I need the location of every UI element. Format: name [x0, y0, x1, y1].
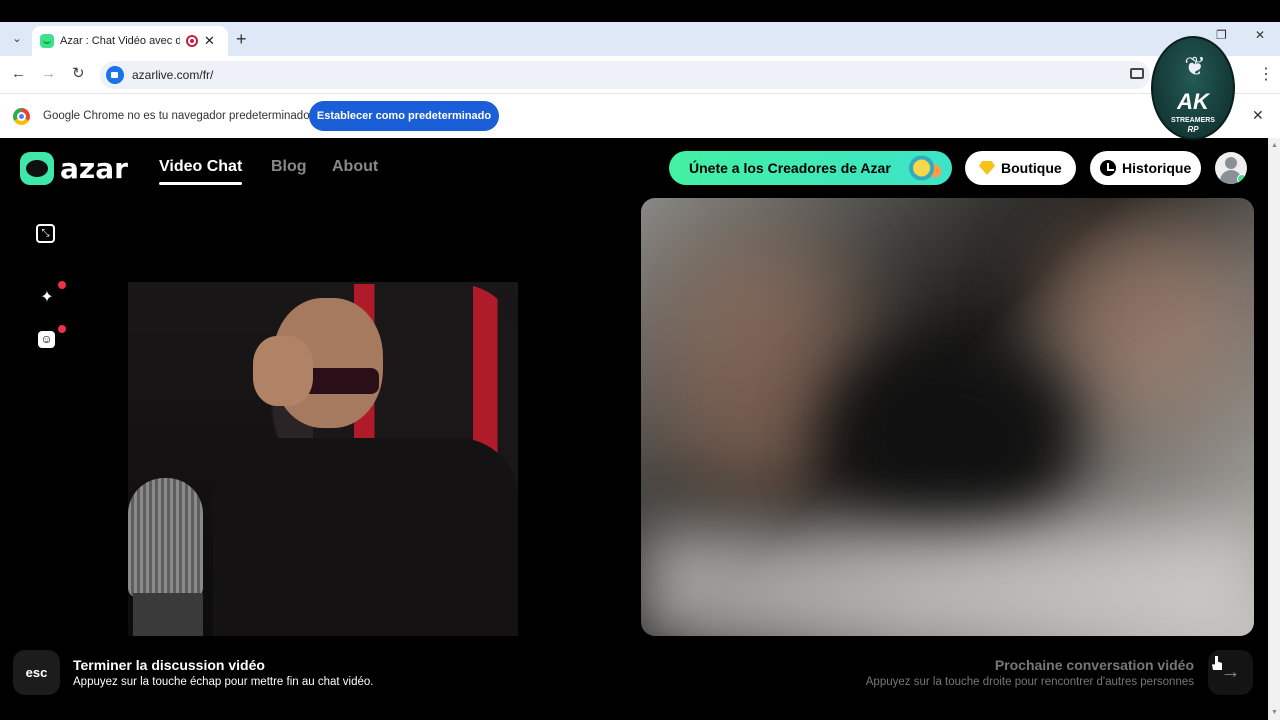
next-chat-hint: Appuyez sur la touche droite pour rencon…	[865, 676, 1194, 688]
filters-notification-dot	[58, 325, 66, 333]
cast-icon[interactable]	[1130, 68, 1144, 79]
overlay-logo-sub2: RP	[1187, 125, 1199, 134]
infobar-message: Google Chrome no es tu navegador predete…	[43, 110, 310, 122]
tab-close-icon[interactable]: ✕	[204, 33, 215, 49]
reload-icon[interactable]: ↻	[72, 65, 85, 83]
recording-indicator-icon	[186, 35, 198, 47]
azar-logo-icon	[20, 152, 54, 185]
close-window-icon[interactable]: ✕	[1255, 28, 1265, 42]
profile-avatar[interactable]	[1215, 152, 1247, 184]
person-hand	[253, 336, 313, 406]
chrome-logo-icon	[13, 108, 30, 125]
azar-favicon-icon	[40, 34, 54, 48]
window-top-edge	[0, 0, 1280, 22]
nav-blog[interactable]: Blog	[271, 158, 307, 176]
blur-region	[1041, 218, 1241, 418]
overlay-logo-sub: STREAMERS	[1171, 117, 1215, 124]
page-scrollbar[interactable]: ▲ ▼	[1268, 138, 1280, 720]
avatar-head	[1225, 157, 1237, 169]
site-info-icon[interactable]	[106, 66, 124, 84]
blur-region	[641, 528, 1254, 636]
restore-window-icon[interactable]: ❐	[1216, 28, 1227, 42]
default-browser-infobar: Google Chrome no es tu navegador predete…	[0, 94, 1280, 138]
historique-button[interactable]: Historique	[1090, 151, 1202, 185]
tab-title: Azar : Chat Vidéo avec de n	[60, 35, 180, 47]
next-chat-title: Prochaine conversation vidéo	[994, 657, 1194, 673]
person-body	[213, 438, 518, 636]
minimize-icon[interactable]: ⤡	[36, 224, 55, 243]
infobar-close-icon[interactable]: ✕	[1252, 107, 1264, 124]
chrome-menu-icon[interactable]: ⋮	[1258, 64, 1274, 84]
scroll-down-icon[interactable]: ▼	[1271, 709, 1278, 716]
overlay-logo-main: AK	[1177, 89, 1209, 114]
partner-video-panel	[641, 198, 1254, 636]
boutique-button[interactable]: Boutique	[965, 151, 1076, 185]
blur-region	[821, 338, 1081, 538]
face-icon: ☺	[38, 331, 55, 348]
browser-toolbar: ← → ↻ azarlive.com/fr/ ⋮	[0, 56, 1280, 94]
online-status-icon	[1237, 174, 1247, 184]
filters-face-icon[interactable]: ☺	[38, 325, 66, 353]
creators-illustration-icon	[904, 153, 948, 183]
tab-search-dropdown-icon[interactable]: ⌄	[6, 29, 28, 49]
my-video-panel: ⤡ ✦ ☺	[13, 198, 627, 636]
url-text: azarlive.com/fr/	[132, 68, 214, 82]
esc-key-button[interactable]: esc	[13, 650, 60, 695]
boutique-label: Boutique	[1001, 160, 1062, 176]
tab-strip: ⌄ Azar : Chat Vidéo avec de n ✕ + ❐ ✕	[0, 22, 1280, 56]
effects-sparkle-icon[interactable]: ✦	[36, 281, 66, 309]
end-chat-hint: Appuyez sur la touche échap pour mettre …	[73, 676, 374, 688]
gem-icon	[979, 161, 995, 175]
phoenix-icon: ❦	[1184, 51, 1206, 81]
azar-app: azar Video Chat Blog About Únete a los C…	[0, 138, 1268, 720]
microphone-base	[133, 593, 203, 636]
microphone	[128, 478, 203, 598]
clock-icon	[1100, 160, 1116, 176]
streamer-overlay-logo: ❦ AK STREAMERS RP	[1151, 36, 1235, 140]
next-arrow-button[interactable]: →	[1208, 650, 1253, 695]
address-bar[interactable]: azarlive.com/fr/	[100, 61, 1150, 89]
new-tab-icon[interactable]: +	[236, 29, 247, 49]
nav-video-chat[interactable]: Video Chat	[159, 158, 243, 185]
scroll-up-icon[interactable]: ▲	[1271, 142, 1278, 149]
historique-label: Historique	[1122, 160, 1192, 176]
back-icon[interactable]: ←	[11, 65, 26, 83]
effects-notification-dot	[58, 281, 66, 289]
end-chat-title: Terminer la discussion vidéo	[73, 657, 265, 673]
azar-logo-text: azar	[60, 152, 128, 185]
azar-logo[interactable]: azar	[20, 152, 128, 185]
browser-tab[interactable]: Azar : Chat Vidéo avec de n ✕	[32, 26, 228, 56]
forward-icon[interactable]: →	[41, 65, 56, 83]
join-creators-button[interactable]: Únete a los Creadores de Azar	[669, 151, 952, 185]
nav-about[interactable]: About	[332, 158, 378, 176]
join-creators-label: Únete a los Creadores de Azar	[689, 160, 891, 176]
set-default-button[interactable]: Establecer como predeterminado	[309, 101, 499, 131]
